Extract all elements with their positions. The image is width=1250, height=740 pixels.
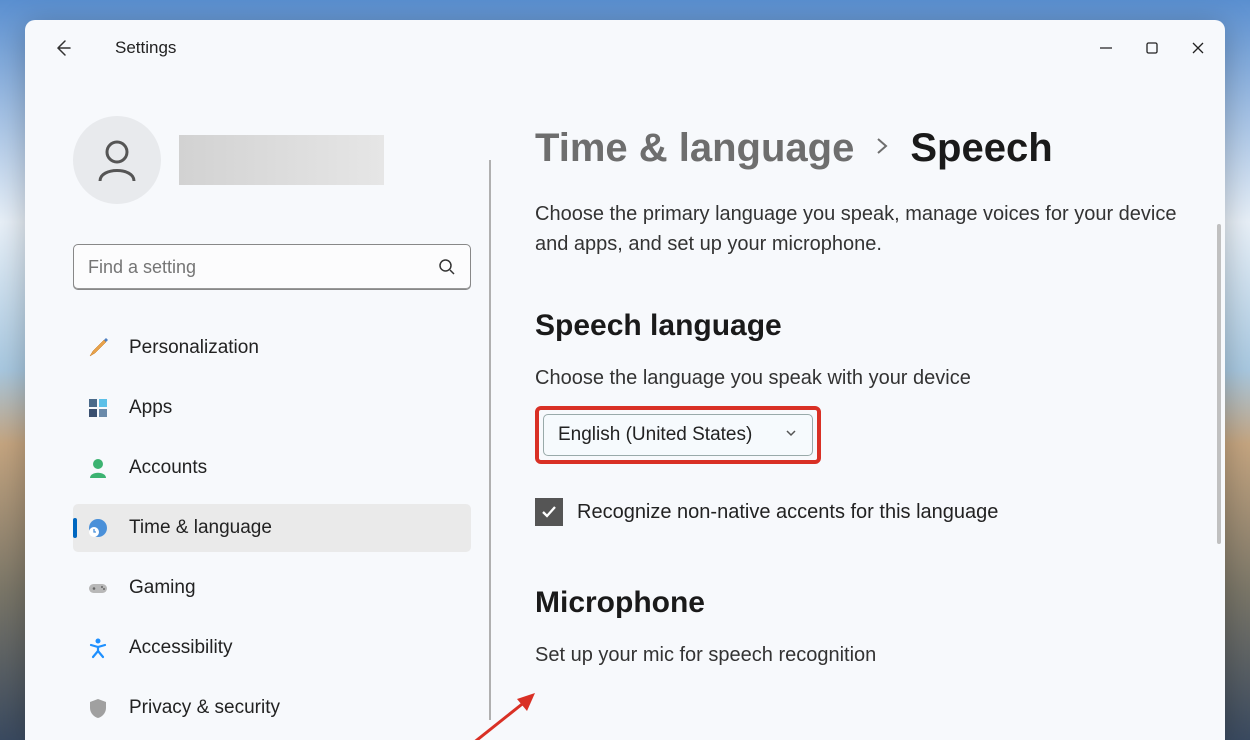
page-subtitle: Choose the primary language you speak, m… — [535, 199, 1195, 259]
shield-icon — [87, 697, 109, 719]
gamepad-icon — [87, 577, 109, 599]
breadcrumb-parent[interactable]: Time & language — [535, 126, 854, 171]
search-icon — [438, 258, 456, 276]
nav-label: Time & language — [129, 517, 272, 539]
chevron-down-icon — [784, 424, 798, 446]
nav-gaming[interactable]: Gaming — [73, 564, 471, 612]
content-divider — [489, 160, 491, 720]
nav-label: Personalization — [129, 337, 259, 359]
checkmark-icon — [539, 502, 559, 522]
nav-label: Accessibility — [129, 637, 232, 659]
nav-personalization[interactable]: Personalization — [73, 324, 471, 372]
minimize-button[interactable] — [1083, 26, 1129, 70]
dropdown-value: English (United States) — [558, 424, 752, 446]
person-icon — [92, 135, 142, 185]
speech-language-header: Speech language — [535, 309, 1195, 343]
microphone-sub: Set up your mic for speech recognition — [535, 644, 1195, 667]
accessibility-icon — [87, 637, 109, 659]
globe-clock-icon — [87, 517, 109, 539]
microphone-header: Microphone — [535, 586, 1195, 620]
user-name-redacted — [179, 135, 384, 185]
accent-checkbox-row[interactable]: Recognize non-native accents for this la… — [535, 498, 1195, 526]
arrow-left-icon — [53, 38, 73, 58]
nav-label: Privacy & security — [129, 697, 280, 719]
avatar — [73, 116, 161, 204]
checkbox-checked[interactable] — [535, 498, 563, 526]
speech-language-dropdown[interactable]: English (United States) — [543, 414, 813, 456]
nav-apps[interactable]: Apps — [73, 384, 471, 432]
close-icon — [1191, 41, 1205, 55]
speech-language-sub: Choose the language you speak with your … — [535, 367, 1195, 390]
breadcrumb: Time & language Speech — [535, 126, 1195, 171]
paintbrush-icon — [87, 337, 109, 359]
back-button[interactable] — [41, 26, 85, 70]
close-button[interactable] — [1175, 26, 1221, 70]
nav-label: Accounts — [129, 457, 207, 479]
profile-block[interactable] — [73, 116, 475, 204]
nav-accounts[interactable]: Accounts — [73, 444, 471, 492]
scrollbar[interactable] — [1217, 224, 1221, 544]
search-box[interactable] — [73, 244, 471, 290]
nav-time-language[interactable]: Time & language — [73, 504, 471, 552]
window-controls — [1083, 26, 1221, 70]
minimize-icon — [1099, 41, 1113, 55]
nav-privacy-security[interactable]: Privacy & security — [73, 684, 471, 732]
nav-label: Apps — [129, 397, 172, 419]
nav-accessibility[interactable]: Accessibility — [73, 624, 471, 672]
apps-icon — [87, 397, 109, 419]
nav-list: Personalization Apps Accounts — [73, 324, 475, 732]
settings-window: Settings — [25, 20, 1225, 740]
search-input[interactable] — [88, 257, 438, 278]
breadcrumb-current: Speech — [910, 126, 1052, 171]
nav-label: Gaming — [129, 577, 196, 599]
sidebar: Personalization Apps Accounts — [25, 76, 475, 740]
maximize-button[interactable] — [1129, 26, 1175, 70]
account-icon — [87, 457, 109, 479]
titlebar: Settings — [25, 20, 1225, 76]
main-content: Time & language Speech Choose the primar… — [475, 76, 1225, 740]
app-title: Settings — [115, 38, 176, 58]
checkbox-label: Recognize non-native accents for this la… — [577, 501, 998, 524]
chevron-right-icon — [874, 135, 890, 163]
maximize-icon — [1145, 41, 1159, 55]
highlight-box: English (United States) — [535, 406, 821, 464]
